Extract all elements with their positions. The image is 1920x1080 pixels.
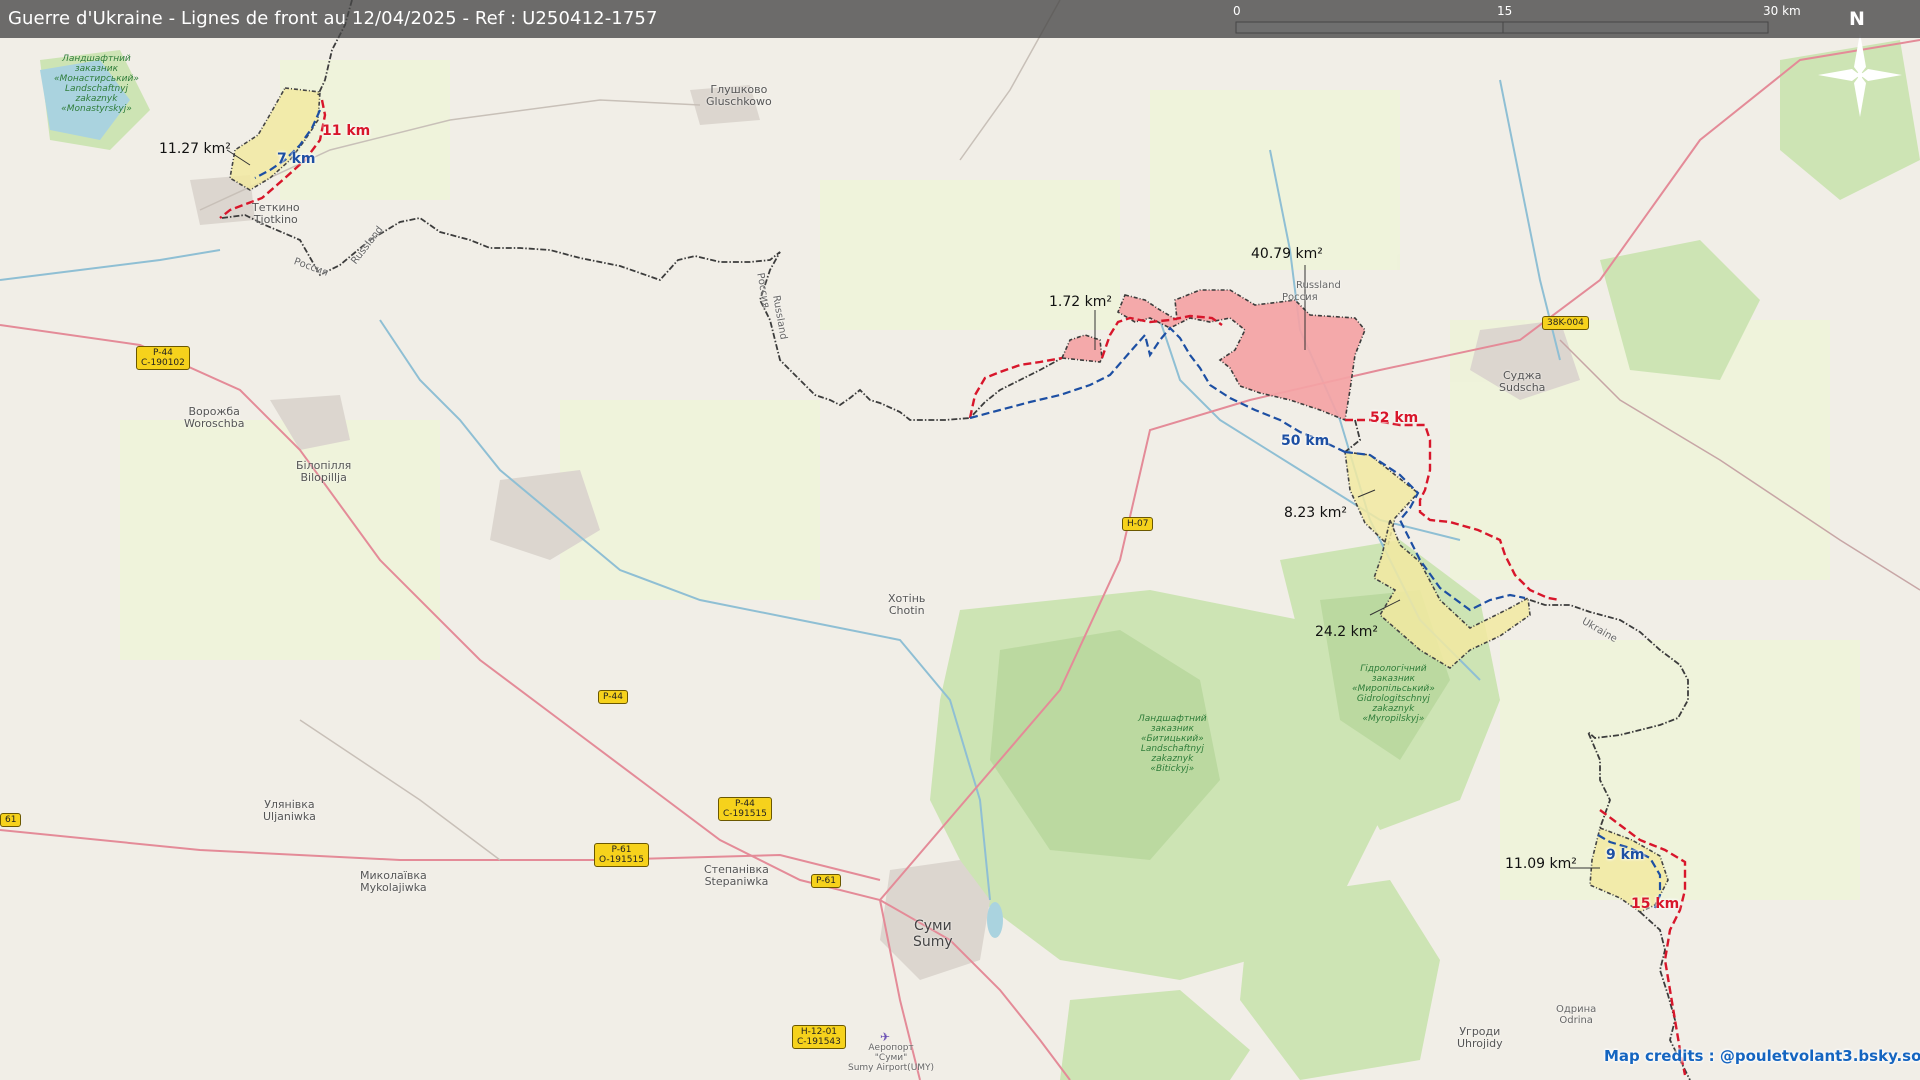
area-label-center: 24.2 km² bbox=[1315, 624, 1378, 640]
road-shield-p44-west: P-44 C-190102 bbox=[136, 346, 190, 370]
distance-red-tetkino: 11 km bbox=[322, 123, 371, 139]
distance-blue-south: 9 km bbox=[1606, 847, 1645, 863]
road-shield-p44: P-44 bbox=[598, 690, 628, 704]
nature-label-bitytskyi: Ландшафтний заказник «Битицький» Landsch… bbox=[1138, 714, 1207, 774]
road-shield-61-edge: 61 bbox=[0, 813, 22, 827]
place-sumy: Суми Sumy bbox=[913, 918, 953, 950]
place-ulianivka: Улянівка Uljaniwka bbox=[263, 798, 316, 823]
road-shield-h1201: H-12-01 C-191543 bbox=[792, 1025, 846, 1049]
place-sudzha: Суджа Sudscha bbox=[1499, 369, 1546, 394]
road-shield-p44-c191515: P-44 C-191515 bbox=[718, 797, 772, 821]
nature-label-monastyrskyi: Ландшафтний заказник «Монастирський» Lan… bbox=[54, 54, 139, 114]
area-label-north: 8.23 km² bbox=[1284, 505, 1347, 521]
area-label-large: 40.79 km² bbox=[1251, 246, 1323, 262]
place-bilopillia: Білопілля Bilopillja bbox=[296, 459, 352, 484]
north-label: N bbox=[1849, 8, 1865, 30]
distance-red-main: 52 km bbox=[1370, 410, 1419, 426]
airport-icon: ✈ bbox=[880, 1030, 891, 1044]
place-mykolaivka: Миколаївка Mykolajiwka bbox=[360, 869, 427, 894]
map-title: Guerre d'Ukraine - Lignes de front au 12… bbox=[8, 8, 658, 29]
road-shield-h07: H-07 bbox=[1122, 517, 1154, 531]
area-label-small: 1.72 km² bbox=[1049, 294, 1112, 310]
nature-label-myropilskyi: Гідрологічний заказник «Миропільський» G… bbox=[1352, 664, 1435, 724]
road-shield-p61-o191515: P-61 O-191515 bbox=[594, 843, 649, 867]
place-uhroidy: Угроди Uhrojidy bbox=[1457, 1025, 1503, 1050]
distance-red-south: 15 km bbox=[1631, 896, 1680, 912]
place-tetkino: Теткино Tjotkino bbox=[252, 201, 300, 226]
place-khotin: Хотінь Chotin bbox=[888, 592, 926, 617]
border-label-5: Russland bbox=[1296, 280, 1341, 291]
place-hlushkovo: Глушково Gluschkowo bbox=[706, 83, 772, 108]
distance-blue-main: 50 km bbox=[1281, 433, 1330, 449]
place-odryna: Одрина Odrina bbox=[1556, 1004, 1597, 1026]
area-label-south: 11.09 km² bbox=[1505, 856, 1577, 872]
road-shield-p61: P-61 bbox=[811, 874, 841, 888]
place-airport: Аеропорт "Суми" Sumy Airport(UMY) bbox=[848, 1043, 935, 1073]
map-credits: Map credits : @pouletvolant3.bsky.social bbox=[1604, 1047, 1920, 1065]
border-label-6: Россия bbox=[1282, 292, 1318, 303]
distance-blue-tetkino: 7 km bbox=[277, 151, 316, 167]
road-shield-38k004: 38K-004 bbox=[1542, 316, 1589, 330]
place-stepanivka: Степанівка Stepaniwka bbox=[704, 863, 769, 888]
scale-label-30: 30 km bbox=[1763, 4, 1801, 18]
place-vorozhba: Ворожба Woroschba bbox=[184, 405, 245, 430]
scale-label-15: 15 bbox=[1497, 4, 1513, 18]
map-view[interactable]: Guerre d'Ukraine - Lignes de front au 12… bbox=[0, 0, 1920, 1080]
scale-label-0: 0 bbox=[1233, 4, 1241, 18]
area-label-tetkino: 11.27 km² bbox=[159, 141, 231, 157]
